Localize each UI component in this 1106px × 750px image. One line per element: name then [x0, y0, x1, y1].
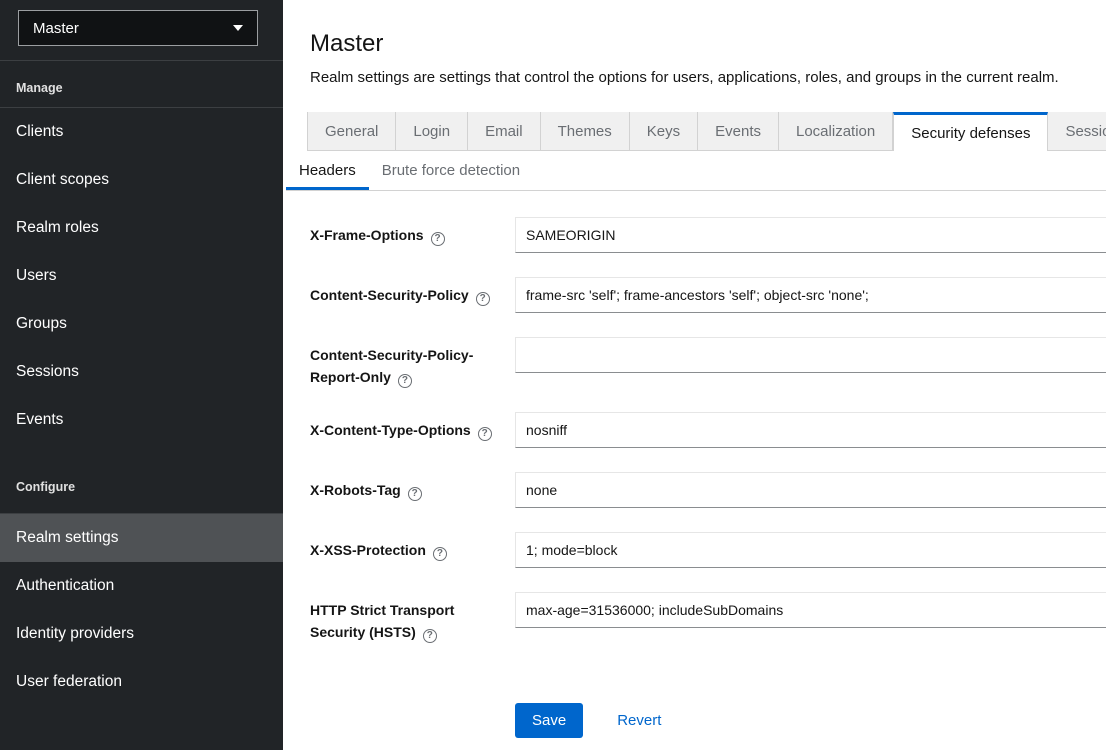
sidebar-item-authentication[interactable]: Authentication [0, 562, 283, 610]
field-label-x-robots-tag: X-Robots-Tag? [310, 472, 515, 501]
x-frame-options-input[interactable] [515, 217, 1106, 253]
form-actions: Save Revert [515, 703, 1106, 738]
field-label-text: X-Robots-Tag [310, 482, 401, 498]
nav-section-configure: Configure Realm settings Authentication … [0, 444, 283, 706]
field-label-x-content-type-options: X-Content-Type-Options? [310, 412, 515, 441]
tab-general[interactable]: General [307, 112, 396, 151]
nav-section-title-configure: Configure [0, 444, 283, 514]
x-xss-protection-input[interactable] [515, 532, 1106, 568]
tab-localization[interactable]: Localization [779, 112, 893, 151]
sidebar-item-realm-roles[interactable]: Realm roles [0, 204, 283, 252]
nav-section-title-manage: Manage [0, 61, 283, 108]
sidebar-item-events[interactable]: Events [0, 396, 283, 444]
field-row-x-frame-options: X-Frame-Options? [310, 217, 1106, 253]
help-icon[interactable]: ? [423, 629, 437, 643]
sidebar-item-client-scopes[interactable]: Client scopes [0, 156, 283, 204]
save-button[interactable]: Save [515, 703, 583, 738]
help-icon[interactable]: ? [398, 374, 412, 388]
sidebar-item-sessions[interactable]: Sessions [0, 348, 283, 396]
tab-bar: General Login Email Themes Keys Events L… [307, 112, 1106, 151]
help-icon[interactable]: ? [431, 232, 445, 246]
tab-events[interactable]: Events [698, 112, 779, 151]
field-label-text: Content-Security-Policy-Report-Only [310, 347, 473, 385]
field-label-hsts: HTTP Strict Transport Security (HSTS)? [310, 592, 515, 643]
help-icon[interactable]: ? [408, 487, 422, 501]
field-row-x-xss-protection: X-XSS-Protection? [310, 532, 1106, 568]
realm-selector-value: Master [33, 20, 79, 37]
nav-section-manage: Manage Clients Client scopes Realm roles… [0, 61, 283, 444]
content-security-policy-input[interactable] [515, 277, 1106, 313]
sidebar: Master Manage Clients Client scopes Real… [0, 0, 283, 750]
field-label-text: X-Frame-Options [310, 227, 424, 243]
help-icon[interactable]: ? [476, 292, 490, 306]
help-icon[interactable]: ? [478, 427, 492, 441]
tab-sessions[interactable]: Sessions [1048, 112, 1106, 151]
tab-security-defenses[interactable]: Security defenses [893, 112, 1048, 151]
sidebar-item-identity-providers[interactable]: Identity providers [0, 610, 283, 658]
field-row-content-security-policy: Content-Security-Policy? [310, 277, 1106, 313]
field-label-text: Content-Security-Policy [310, 287, 469, 303]
help-icon[interactable]: ? [433, 547, 447, 561]
subtab-headers[interactable]: Headers [286, 151, 369, 190]
field-row-x-content-type-options: X-Content-Type-Options? [310, 412, 1106, 448]
subtab-brute-force-detection[interactable]: Brute force detection [369, 151, 533, 190]
x-robots-tag-input[interactable] [515, 472, 1106, 508]
tab-email[interactable]: Email [468, 112, 541, 151]
field-label-x-xss-protection: X-XSS-Protection? [310, 532, 515, 561]
tab-login[interactable]: Login [396, 112, 468, 151]
field-label-content-security-policy: Content-Security-Policy? [310, 277, 515, 306]
field-row-x-robots-tag: X-Robots-Tag? [310, 472, 1106, 508]
field-row-csp-report-only: Content-Security-Policy-Report-Only? [310, 337, 1106, 388]
tab-themes[interactable]: Themes [541, 112, 630, 151]
field-label-text: X-XSS-Protection [310, 542, 426, 558]
sidebar-item-realm-settings[interactable]: Realm settings [0, 514, 283, 562]
field-label-x-frame-options: X-Frame-Options? [310, 217, 515, 246]
hsts-input[interactable] [515, 592, 1106, 628]
caret-down-icon [233, 25, 243, 31]
admin-console: Master Manage Clients Client scopes Real… [0, 0, 1106, 750]
sidebar-item-users[interactable]: Users [0, 252, 283, 300]
sidebar-nav: Manage Clients Client scopes Realm roles… [0, 61, 283, 706]
headers-form: X-Frame-Options? Content-Security-Policy… [310, 217, 1106, 643]
sidebar-item-user-federation[interactable]: User federation [0, 658, 283, 706]
sidebar-item-groups[interactable]: Groups [0, 300, 283, 348]
realm-selector[interactable]: Master [18, 10, 258, 46]
page-title: Master [310, 30, 1106, 58]
revert-button[interactable]: Revert [617, 712, 661, 729]
page-description: Realm settings are settings that control… [310, 68, 1106, 87]
subtab-bar: Headers Brute force detection [286, 151, 1106, 191]
field-label-text: X-Content-Type-Options [310, 422, 471, 438]
realm-selector-container: Master [0, 0, 283, 61]
main-content: Master Realm settings are settings that … [283, 0, 1106, 750]
x-content-type-options-input[interactable] [515, 412, 1106, 448]
field-row-hsts: HTTP Strict Transport Security (HSTS)? [310, 592, 1106, 643]
sidebar-item-clients[interactable]: Clients [0, 108, 283, 156]
tab-keys[interactable]: Keys [630, 112, 698, 151]
csp-report-only-input[interactable] [515, 337, 1106, 373]
field-label-csp-report-only: Content-Security-Policy-Report-Only? [310, 337, 515, 388]
